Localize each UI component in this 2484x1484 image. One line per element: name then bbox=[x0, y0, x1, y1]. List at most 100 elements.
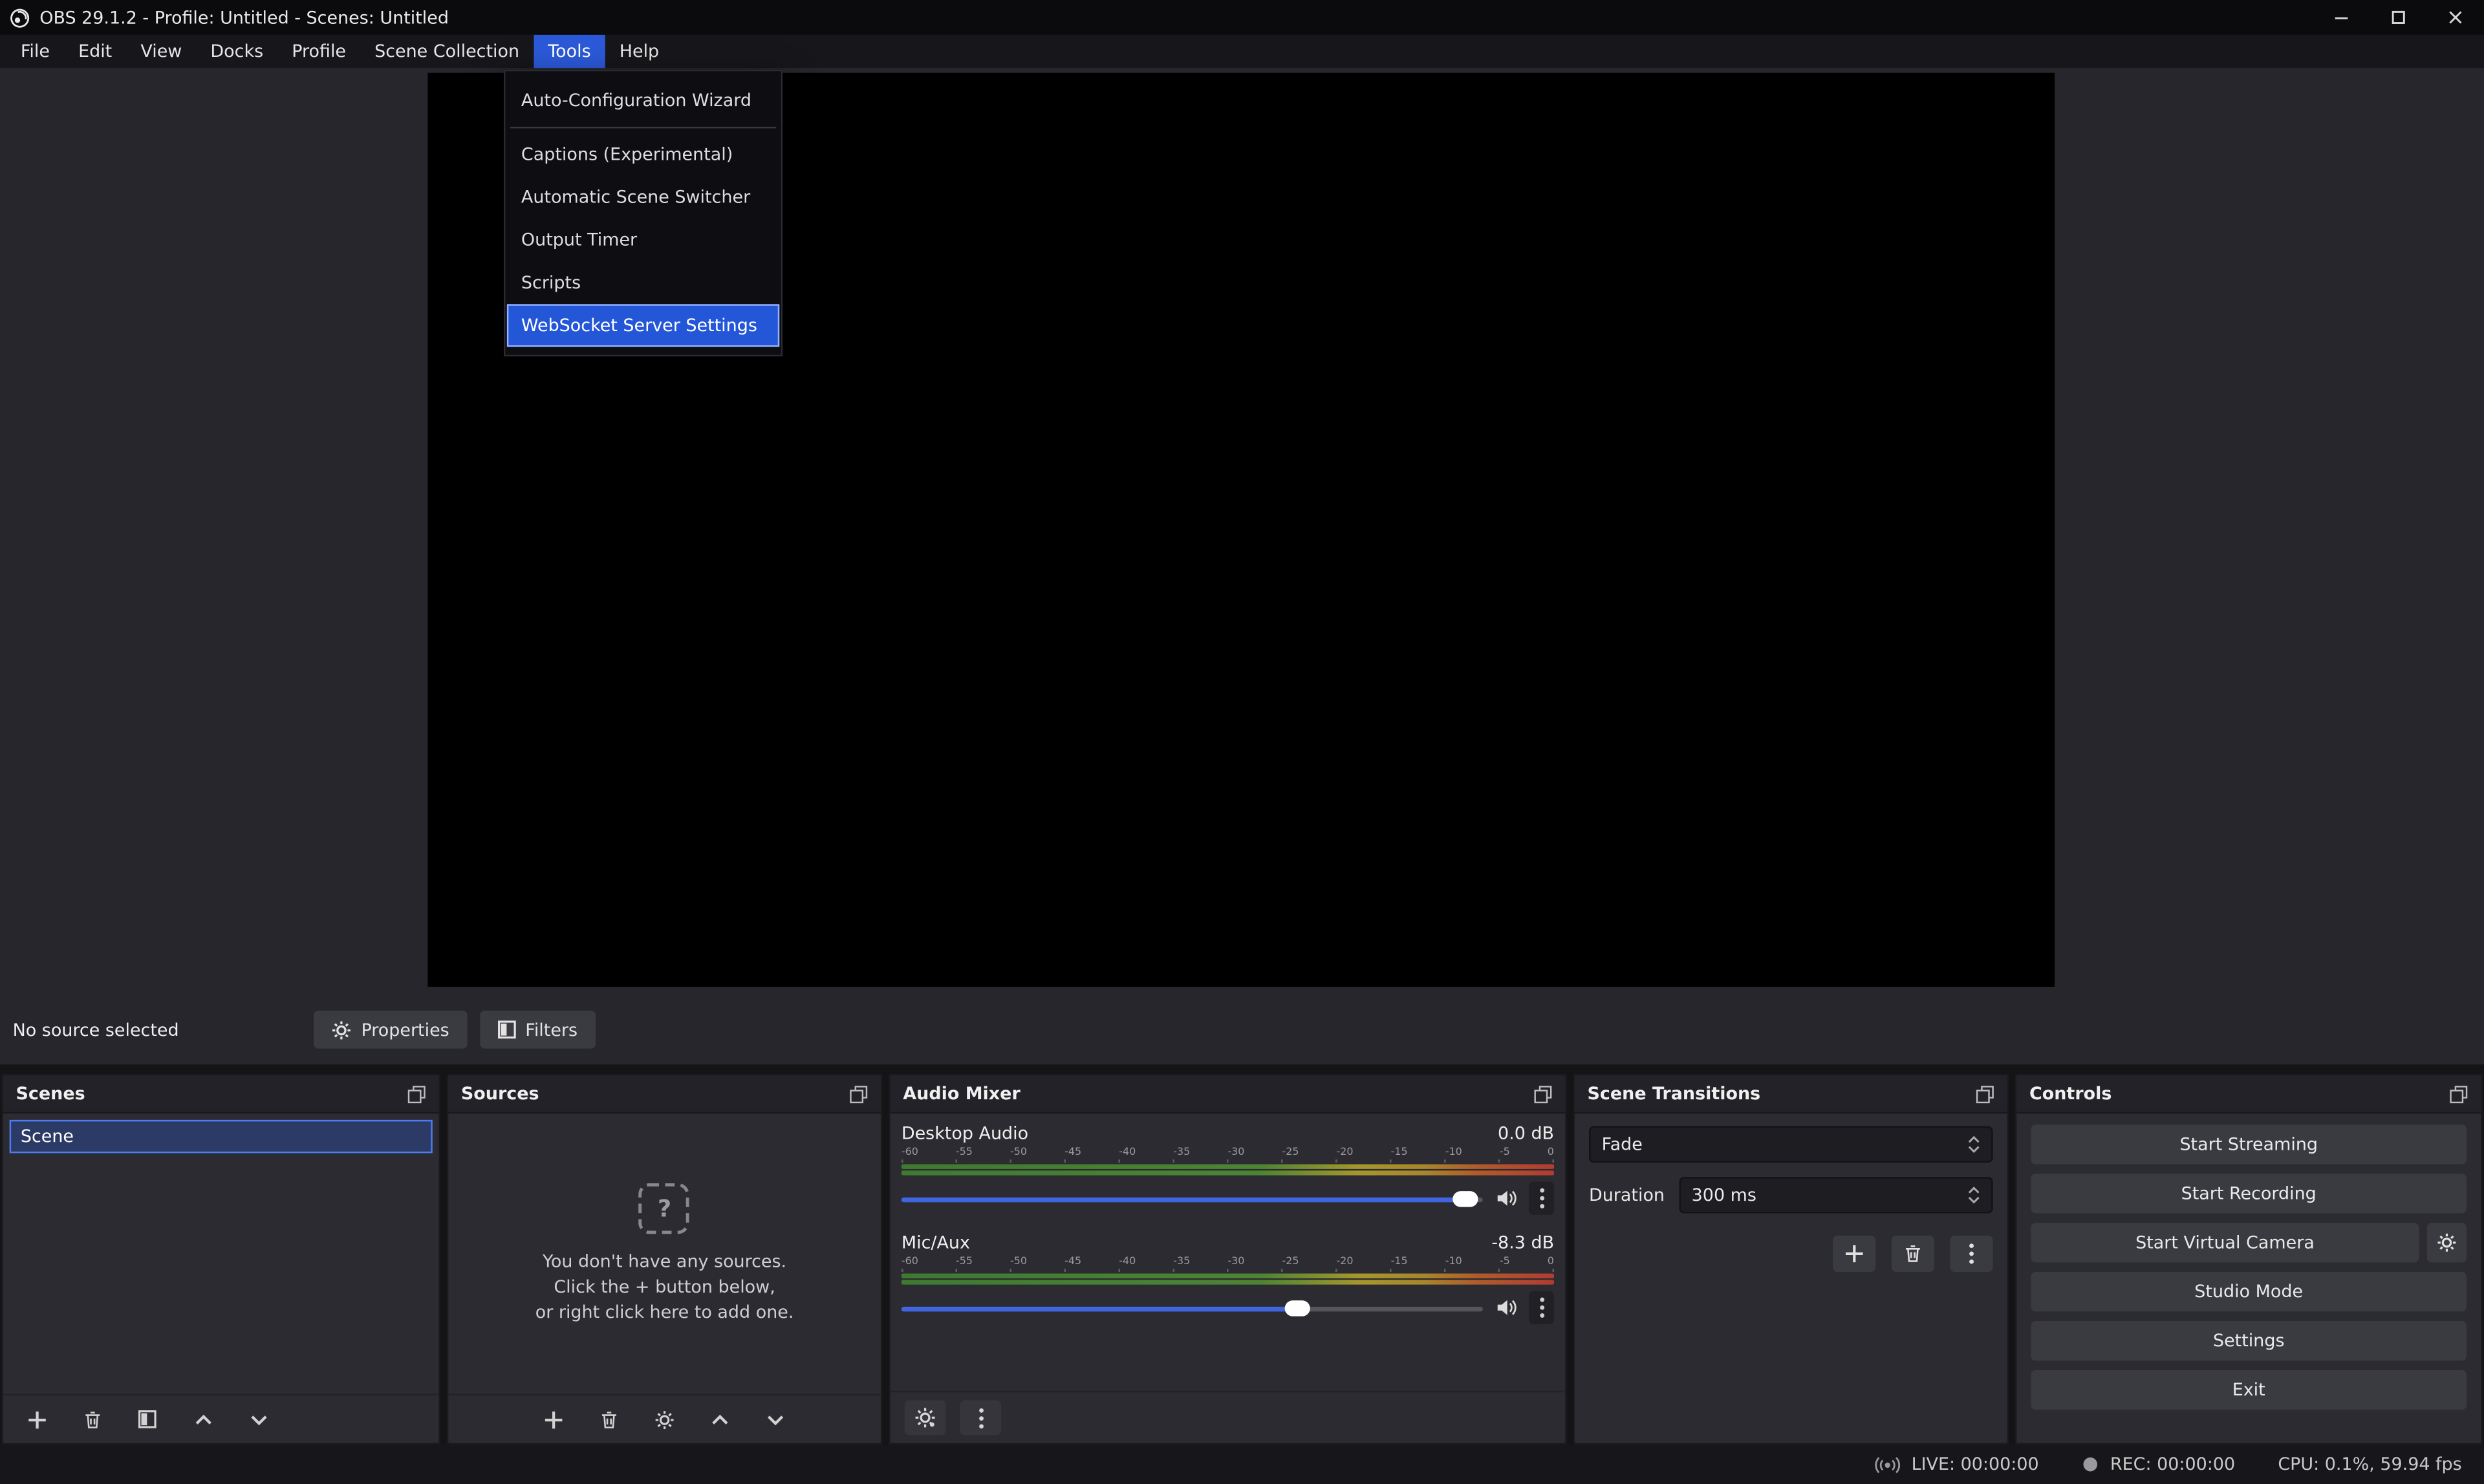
source-properties-button[interactable] bbox=[649, 1403, 680, 1435]
sources-empty-state: ? You don't have any sources. Click the … bbox=[535, 1183, 794, 1325]
scenes-panel-header: Scenes bbox=[3, 1075, 439, 1113]
tools-menu-auto-config[interactable]: Auto-Configuration Wizard bbox=[507, 79, 779, 122]
settings-button[interactable]: Settings bbox=[2031, 1321, 2467, 1360]
sources-list[interactable]: ? You don't have any sources. Click the … bbox=[448, 1113, 881, 1394]
filters-label: Filters bbox=[525, 1019, 578, 1040]
menu-docks[interactable]: Docks bbox=[196, 35, 277, 68]
move-scene-down-button[interactable] bbox=[243, 1403, 274, 1435]
scenes-panel-title: Scenes bbox=[16, 1084, 85, 1104]
advanced-audio-icon bbox=[914, 1406, 936, 1428]
duration-label: Duration bbox=[1589, 1185, 1665, 1205]
select-spinner-icon bbox=[1967, 1135, 1980, 1153]
plus-icon bbox=[543, 1409, 564, 1430]
sources-empty-line: Click the + button below, bbox=[535, 1274, 794, 1300]
remove-scene-button[interactable] bbox=[76, 1403, 108, 1435]
menu-view[interactable]: View bbox=[126, 35, 196, 68]
volume-slider[interactable] bbox=[902, 1298, 1483, 1317]
source-toolbar: No source selected Properties Filters bbox=[0, 995, 2484, 1064]
menu-scene-collection[interactable]: Scene Collection bbox=[360, 35, 534, 68]
scenes-toolbar bbox=[3, 1394, 439, 1443]
channel-options-button[interactable] bbox=[1529, 1291, 1554, 1324]
remove-source-button[interactable] bbox=[593, 1403, 625, 1435]
plus-icon bbox=[1844, 1243, 1864, 1264]
audio-mixer-panel: Audio Mixer Desktop Audio 0.0 dB -60-55-… bbox=[889, 1074, 1566, 1445]
controls-header: Controls bbox=[2016, 1075, 2481, 1113]
audio-mixer-toolbar bbox=[891, 1391, 1566, 1443]
rec-time: REC: 00:00:00 bbox=[2110, 1454, 2235, 1475]
scenes-panel: Scenes Scene bbox=[1, 1074, 440, 1445]
scene-transitions-header: Scene Transitions bbox=[1575, 1075, 2007, 1113]
plus-icon bbox=[26, 1409, 47, 1430]
speaker-icon[interactable] bbox=[1494, 1187, 1518, 1210]
tools-menu-output-timer[interactable]: Output Timer bbox=[507, 219, 779, 261]
volume-meter bbox=[902, 1280, 1554, 1284]
move-source-down-button[interactable] bbox=[760, 1403, 792, 1435]
menu-tools[interactable]: Tools bbox=[534, 35, 605, 68]
popout-icon[interactable] bbox=[849, 1084, 868, 1103]
cpu-stats-text: CPU: 0.1%, 59.94 fps bbox=[2278, 1454, 2461, 1475]
menu-file[interactable]: File bbox=[6, 35, 64, 68]
unknown-source-icon: ? bbox=[639, 1183, 689, 1233]
obs-window: OBS 29.1.2 - Profile: Untitled - Scenes:… bbox=[0, 0, 2484, 1484]
mixer-channel-mic-aux: Mic/Aux -8.3 dB -60-55-50-45-40-35-30-25… bbox=[902, 1232, 1554, 1324]
chevron-down-icon bbox=[248, 1409, 268, 1430]
scene-list-item[interactable]: Scene bbox=[10, 1120, 433, 1153]
close-button[interactable] bbox=[2427, 0, 2484, 35]
volume-meter bbox=[902, 1164, 1554, 1168]
properties-button[interactable]: Properties bbox=[314, 1011, 467, 1049]
kebab-icon bbox=[1969, 1243, 1974, 1264]
start-virtual-camera-button[interactable]: Start Virtual Camera bbox=[2031, 1223, 2419, 1262]
scene-filters-button[interactable] bbox=[131, 1403, 163, 1435]
menu-edit[interactable]: Edit bbox=[64, 35, 126, 68]
mixer-options-button[interactable] bbox=[960, 1400, 1001, 1435]
transition-select[interactable]: Fade bbox=[1589, 1126, 1993, 1163]
scenes-list: Scene bbox=[3, 1113, 439, 1394]
popout-icon[interactable] bbox=[407, 1084, 426, 1103]
add-scene-button[interactable] bbox=[21, 1403, 52, 1435]
channel-options-button[interactable] bbox=[1529, 1181, 1554, 1214]
add-transition-button[interactable] bbox=[1833, 1236, 1875, 1272]
menu-profile[interactable]: Profile bbox=[277, 35, 360, 68]
tools-menu-scene-switcher[interactable]: Automatic Scene Switcher bbox=[507, 176, 779, 219]
title-bar: OBS 29.1.2 - Profile: Untitled - Scenes:… bbox=[0, 0, 2484, 35]
popout-icon[interactable] bbox=[1533, 1084, 1552, 1103]
live-status: LIVE: 00:00:00 bbox=[1874, 1454, 2039, 1475]
duration-spinbox[interactable]: 300 ms bbox=[1679, 1177, 1993, 1213]
minimize-button[interactable] bbox=[2313, 0, 2370, 35]
slider-handle[interactable] bbox=[1453, 1190, 1478, 1206]
start-streaming-button[interactable]: Start Streaming bbox=[2031, 1124, 2467, 1164]
filters-icon bbox=[497, 1020, 515, 1039]
meter-tick-labels: -60-55-50-45-40-35-30-25-20-15-10-50 bbox=[902, 1145, 1554, 1158]
tools-menu-captions[interactable]: Captions (Experimental) bbox=[507, 133, 779, 176]
spinbox-arrows-icon[interactable] bbox=[1967, 1187, 1980, 1204]
slider-handle[interactable] bbox=[1284, 1300, 1310, 1315]
maximize-button[interactable] bbox=[2370, 0, 2427, 35]
source-status-label: No source selected bbox=[13, 1019, 301, 1040]
broadcast-icon bbox=[1874, 1455, 1901, 1474]
audio-mixer-header: Audio Mixer bbox=[891, 1075, 1566, 1113]
volume-meter bbox=[902, 1170, 1554, 1175]
exit-button[interactable]: Exit bbox=[2031, 1370, 2467, 1410]
dock-area: Scenes Scene bbox=[0, 1064, 2484, 1445]
advanced-audio-properties-button[interactable] bbox=[905, 1400, 946, 1435]
volume-slider[interactable] bbox=[902, 1188, 1483, 1207]
popout-icon[interactable] bbox=[1976, 1084, 1994, 1103]
move-scene-up-button[interactable] bbox=[187, 1403, 219, 1435]
add-source-button[interactable] bbox=[538, 1403, 570, 1435]
virtual-camera-settings-button[interactable] bbox=[2427, 1223, 2467, 1262]
filters-button[interactable]: Filters bbox=[479, 1011, 595, 1049]
sources-empty-line: or right click here to add one. bbox=[535, 1300, 794, 1325]
transition-options-button[interactable] bbox=[1950, 1236, 1993, 1272]
remove-transition-button[interactable] bbox=[1892, 1236, 1934, 1272]
menu-help[interactable]: Help bbox=[605, 35, 674, 68]
tools-menu-websocket-settings[interactable]: WebSocket Server Settings bbox=[507, 304, 779, 347]
channel-name: Desktop Audio bbox=[902, 1123, 1028, 1144]
speaker-icon[interactable] bbox=[1494, 1296, 1518, 1320]
start-recording-button[interactable]: Start Recording bbox=[2031, 1174, 2467, 1213]
menu-separator bbox=[510, 127, 777, 128]
studio-mode-button[interactable]: Studio Mode bbox=[2031, 1272, 2467, 1311]
popout-icon[interactable] bbox=[2449, 1084, 2468, 1103]
tools-menu-scripts[interactable]: Scripts bbox=[507, 261, 779, 304]
move-source-up-button[interactable] bbox=[704, 1403, 736, 1435]
controls-title: Controls bbox=[2029, 1084, 2111, 1104]
